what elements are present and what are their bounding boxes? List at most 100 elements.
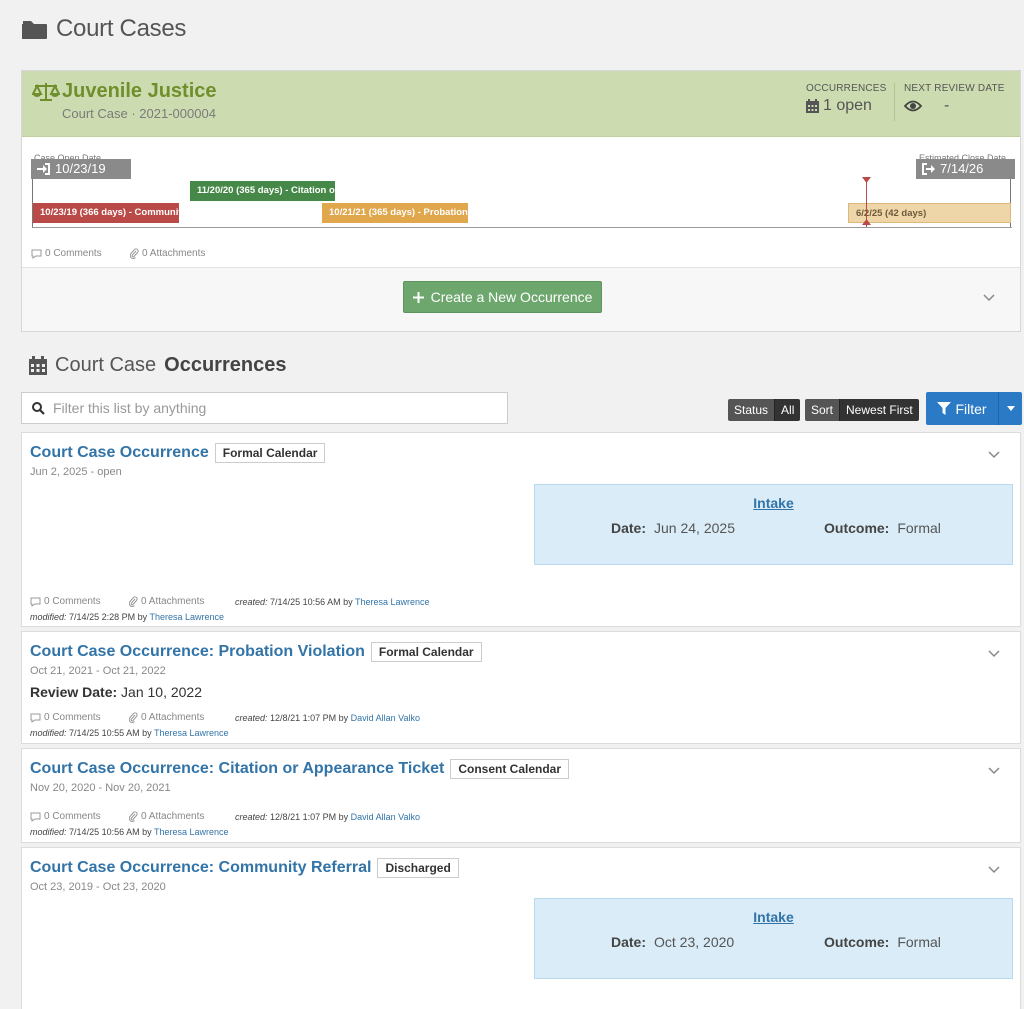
- case-attachments[interactable]: 0 Attachments: [130, 248, 205, 259]
- timeline-bar-current[interactable]: 6/2/25 (42 days): [848, 203, 1011, 223]
- occurrence-title-link[interactable]: Court Case Occurrence: Probation Violati…: [30, 643, 365, 661]
- calendar-icon: [29, 356, 47, 375]
- filter-button-group: Filter: [926, 392, 1022, 425]
- occurrence-comments[interactable]: 0 Comments: [30, 712, 129, 723]
- filter-dropdown-toggle[interactable]: [998, 392, 1022, 425]
- occurrences-section-title: Court Case Occurrences: [29, 354, 286, 377]
- sign-out-icon: [922, 163, 935, 175]
- paperclip-icon: [129, 811, 138, 822]
- next-review-date: -: [944, 97, 950, 114]
- search-icon: [32, 401, 45, 415]
- intake-outcome: Outcome: Formal: [824, 520, 941, 536]
- created-by-link[interactable]: Theresa Lawrence: [355, 597, 430, 607]
- case-subtitle: Court Case · 2021-000004: [62, 106, 216, 121]
- case-footer: Create a New Occurrence: [22, 267, 1020, 331]
- occurrence-expand-chevron-icon[interactable]: [988, 650, 1000, 658]
- paperclip-icon: [129, 712, 138, 723]
- case-expand-chevron-icon[interactable]: [983, 294, 995, 302]
- occurrence-comments[interactable]: 0 Comments: [30, 811, 129, 822]
- paperclip-icon: [129, 596, 138, 607]
- court-case-card: Juvenile Justice Court Case · 2021-00000…: [21, 70, 1021, 332]
- case-header: Juvenile Justice Court Case · 2021-00000…: [22, 71, 1020, 137]
- status-badge: Discharged: [377, 858, 459, 878]
- paperclip-icon: [130, 248, 139, 259]
- occurrence-title-link[interactable]: Court Case Occurrence: Citation or Appea…: [30, 760, 444, 778]
- comment-icon: [31, 249, 42, 259]
- intake-panel: Intake Date: Oct 23, 2020 Outcome: Formal: [534, 898, 1013, 979]
- occurrence-title-row: Court Case Occurrence: Community Referra…: [30, 858, 459, 878]
- comment-icon: [30, 713, 41, 723]
- occurrence-dates: Nov 20, 2020 - Nov 20, 2021: [30, 782, 171, 794]
- search-input[interactable]: [53, 400, 483, 416]
- intake-outcome: Outcome: Formal: [824, 934, 941, 950]
- occurrences-summary: OCCURRENCES 1 open: [806, 83, 887, 114]
- occurrence-expand-chevron-icon[interactable]: [988, 866, 1000, 874]
- intake-link[interactable]: Intake: [535, 909, 1012, 925]
- create-occurrence-button[interactable]: Create a New Occurrence: [403, 281, 602, 313]
- sort-selector[interactable]: Sort Newest First: [805, 399, 919, 421]
- occurrence-card: Court Case Occurrence: Community Referra…: [21, 847, 1021, 1009]
- modified-by-link[interactable]: Theresa Lawrence: [154, 827, 229, 837]
- calendar-icon: [806, 99, 819, 113]
- occurrence-meta: 0 Comments 0 Attachments created: 12/8/2…: [30, 811, 420, 822]
- occurrence-card: Court Case Occurrence: Probation Violati…: [21, 631, 1021, 744]
- timeline-bar-community-referral[interactable]: 10/23/19 (366 days) - Community Referral: [33, 203, 179, 223]
- timeline-bar-citation[interactable]: 11/20/20 (365 days) - Citation or Appear…: [190, 181, 335, 201]
- header-divider: [894, 83, 895, 121]
- page-header: Court Cases: [22, 14, 186, 44]
- comment-icon: [30, 812, 41, 822]
- page-title: Court Cases: [56, 15, 187, 42]
- occurrence-card: Court Case Occurrence Formal Calendar Ju…: [21, 432, 1021, 627]
- filter-button[interactable]: Filter: [926, 392, 998, 425]
- intake-date: Date: Oct 23, 2020: [611, 934, 735, 950]
- occurrence-attachments[interactable]: 0 Attachments: [129, 596, 235, 607]
- timeline-open-date: 10/23/19: [31, 159, 131, 179]
- timeline-baseline: [32, 227, 1012, 228]
- occurrences-count: 1 open: [823, 97, 872, 114]
- filter-search-box[interactable]: [21, 392, 508, 424]
- folder-icon: [22, 21, 47, 39]
- occurrence-attachments[interactable]: 0 Attachments: [129, 712, 235, 723]
- occurrence-meta: 0 Comments 0 Attachments created: 12/8/2…: [30, 712, 420, 723]
- filter-icon: [937, 402, 952, 415]
- sign-in-icon: [37, 163, 50, 175]
- occurrence-title-link[interactable]: Court Case Occurrence: Community Referra…: [30, 859, 371, 877]
- intake-date: Date: Jun 24, 2025: [611, 520, 735, 536]
- created-by-link[interactable]: David Allan Valko: [351, 812, 420, 822]
- eye-icon: [904, 100, 922, 112]
- created-info: created: 12/8/21 1:07 PM by David Allan …: [235, 712, 420, 723]
- occurrence-card: Court Case Occurrence: Citation or Appea…: [21, 748, 1021, 843]
- case-comments[interactable]: 0 Comments: [31, 248, 102, 259]
- calendar-badge: Consent Calendar: [450, 759, 570, 779]
- next-review-summary: NEXT REVIEW DATE -: [904, 83, 1005, 114]
- modified-info: modified: 7/14/25 10:55 AM by Theresa La…: [30, 728, 229, 738]
- occurrence-title-row: Court Case Occurrence: Probation Violati…: [30, 642, 482, 662]
- occurrence-comments[interactable]: 0 Comments: [30, 596, 129, 607]
- modified-by-link[interactable]: Theresa Lawrence: [149, 612, 224, 622]
- occurrence-attachments[interactable]: 0 Attachments: [129, 811, 235, 822]
- occurrence-expand-chevron-icon[interactable]: [988, 451, 1000, 459]
- created-info: created: 12/8/21 1:07 PM by David Allan …: [235, 811, 420, 822]
- marker-bottom-arrow: [862, 219, 871, 225]
- modified-info: modified: 7/14/25 10:56 AM by Theresa La…: [30, 827, 229, 837]
- comment-icon: [30, 597, 41, 607]
- created-by-link[interactable]: David Allan Valko: [351, 713, 420, 723]
- occurrence-title-link[interactable]: Court Case Occurrence: [30, 444, 209, 462]
- occurrence-dates: Oct 23, 2019 - Oct 23, 2020: [30, 881, 166, 893]
- occurrence-dates: Jun 2, 2025 - open: [30, 466, 122, 478]
- occurrence-expand-chevron-icon[interactable]: [988, 767, 1000, 775]
- occurrence-title-row: Court Case Occurrence Formal Calendar: [30, 443, 326, 463]
- calendar-badge: Formal Calendar: [214, 443, 326, 463]
- timeline-bar-probation[interactable]: 10/21/21 (365 days) - Probation Violatio…: [322, 203, 468, 223]
- timeline-close-date: 7/14/26: [916, 159, 1015, 179]
- caret-down-icon: [1006, 406, 1015, 411]
- modified-by-link[interactable]: Theresa Lawrence: [154, 728, 229, 738]
- intake-link[interactable]: Intake: [535, 495, 1012, 511]
- status-filter[interactable]: Status All: [728, 399, 801, 421]
- plus-icon: [412, 291, 424, 303]
- marker-top-arrow: [862, 177, 871, 183]
- intake-panel: Intake Date: Jun 24, 2025 Outcome: Formal: [534, 484, 1013, 565]
- occurrence-title-row: Court Case Occurrence: Citation or Appea…: [30, 759, 570, 779]
- created-info: created: 7/14/25 10:56 AM by Theresa Law…: [235, 596, 430, 607]
- occurrence-meta: 0 Comments 0 Attachments created: 7/14/2…: [30, 596, 430, 607]
